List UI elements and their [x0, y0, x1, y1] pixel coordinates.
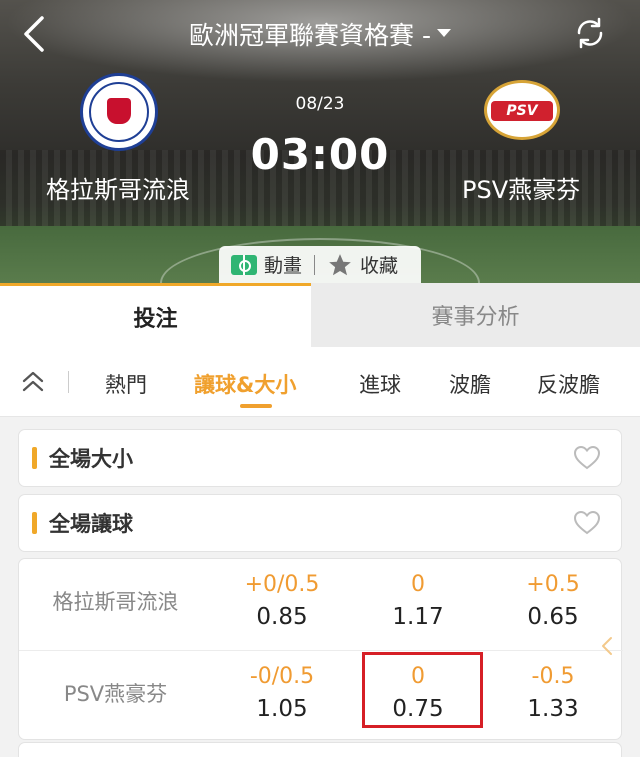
- section-accent-bar: [32, 447, 37, 469]
- selected-odds-highlight: [362, 652, 483, 728]
- section-accent-bar: [32, 512, 37, 534]
- section-total-goals[interactable]: 全場大小: [18, 429, 622, 487]
- match-date: 08/23: [295, 94, 345, 114]
- tab-reverse-correct-score[interactable]: 反波膽: [537, 369, 600, 399]
- animation-button[interactable]: 動畫: [231, 251, 302, 278]
- favorite-button[interactable]: 收藏: [327, 251, 398, 278]
- odds-cell[interactable]: +0.5 0.65: [493, 569, 613, 633]
- handicap-line: +0/0.5: [244, 572, 320, 597]
- collapse-up-icon[interactable]: [20, 367, 46, 397]
- odds-cell[interactable]: -0.5 1.33: [493, 661, 613, 725]
- market-tabs: 熱門 讓球&大小 進球 波膽 反波膽: [0, 347, 640, 417]
- odds-price: 0.65: [527, 604, 579, 630]
- odds-price: 0.85: [256, 604, 308, 630]
- tab-goals[interactable]: 進球: [359, 369, 401, 399]
- tab-match-analysis[interactable]: 賽事分析: [311, 283, 640, 347]
- handicap-line: +0.5: [526, 572, 580, 597]
- animation-label: 動畫: [264, 255, 303, 277]
- odds-price: 1.05: [256, 696, 308, 722]
- star-icon: [329, 253, 351, 275]
- next-section-card: [18, 742, 622, 757]
- match-time: 03:00: [250, 130, 390, 179]
- odds-price: 1.17: [392, 604, 444, 630]
- favorite-label: 收藏: [360, 255, 399, 277]
- match-header: 歐洲冠軍聯賽資格賽 - PSV 格拉斯哥流浪 PSV燕豪芬 08/23 03:0…: [0, 0, 640, 283]
- odds-row-team: PSV燕豪芬: [63, 682, 168, 706]
- chevron-left-icon[interactable]: [600, 636, 614, 656]
- tab-popular[interactable]: 熱門: [105, 369, 147, 399]
- odds-row-home: 格拉斯哥流浪 +0/0.5 0.85 0 1.17 +0.5 0.65: [19, 559, 623, 649]
- odds-row-team: 格拉斯哥流浪: [52, 590, 179, 614]
- odds-cell[interactable]: -0/0.5 1.05: [222, 661, 342, 725]
- dropdown-caret-icon: [436, 29, 451, 37]
- tab-betting[interactable]: 投注: [0, 283, 311, 347]
- animation-icon: [231, 254, 257, 275]
- odds-price: 1.33: [527, 696, 579, 722]
- tab-correct-score[interactable]: 波膽: [449, 369, 491, 399]
- tabs-divider: [68, 371, 69, 393]
- section-title-total-goals: 全場大小: [49, 447, 133, 471]
- tab-handicap-over-under[interactable]: 讓球&大小: [194, 369, 296, 399]
- actions-divider: [314, 254, 316, 275]
- odds-table: 格拉斯哥流浪 +0/0.5 0.85 0 1.17 +0.5 0.65 PSV燕…: [18, 558, 623, 740]
- odds-row-away: PSV燕豪芬 -0/0.5 1.05 0 0.75 -0.5 1.33: [19, 650, 623, 740]
- odds-cell[interactable]: +0/0.5 0.85: [222, 569, 342, 633]
- heart-icon[interactable]: [573, 510, 601, 536]
- section-handicap[interactable]: 全場讓球: [18, 494, 622, 552]
- match-actions: 動畫 收藏: [219, 246, 421, 283]
- section-title-handicap: 全場讓球: [49, 512, 133, 536]
- competition-title[interactable]: 歐洲冠軍聯賽資格賽 -: [0, 16, 640, 52]
- handicap-line: -0/0.5: [249, 664, 315, 689]
- main-tabs: 投注 賽事分析: [0, 283, 640, 347]
- handicap-line: 0: [411, 572, 425, 597]
- handicap-line: -0.5: [531, 664, 575, 689]
- odds-cell[interactable]: 0 1.17: [358, 569, 478, 633]
- refresh-icon[interactable]: [573, 16, 607, 50]
- active-tab-underline: [240, 404, 272, 408]
- competition-title-text: 歐洲冠軍聯賽資格賽 -: [189, 21, 431, 50]
- heart-icon[interactable]: [573, 445, 601, 471]
